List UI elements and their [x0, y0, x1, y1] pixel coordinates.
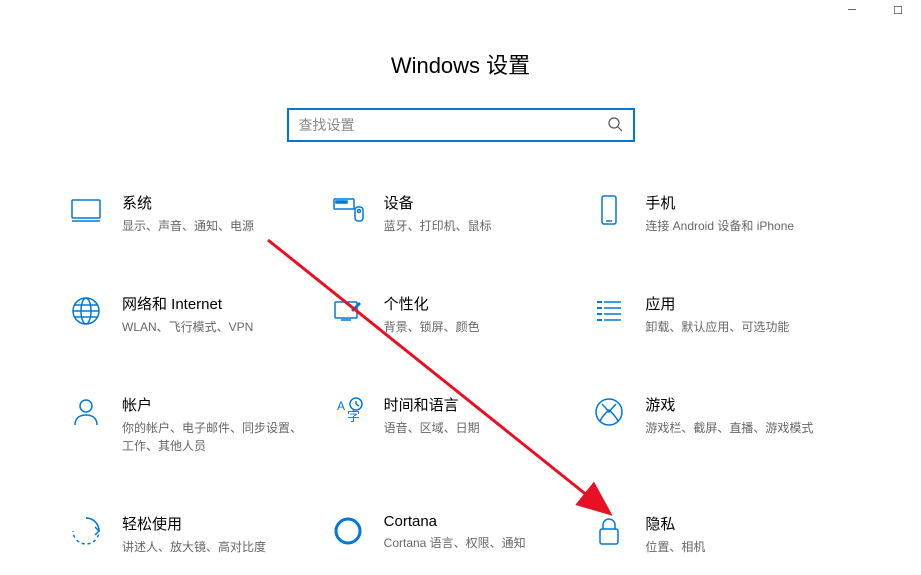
maximize-button[interactable]: ☐ — [875, 0, 921, 20]
tile-desc: 蓝牙、打印机、鼠标 — [384, 217, 572, 235]
tile-system[interactable]: 系统 显示、声音、通知、电源 — [68, 192, 330, 235]
tile-network[interactable]: 网络和 Internet WLAN、飞行模式、VPN — [68, 293, 330, 336]
tile-time-language[interactable]: A字 时间和语言 语音、区域、日期 — [330, 394, 592, 455]
tile-title: Cortana — [384, 513, 572, 530]
tile-title: 系统 — [122, 192, 310, 213]
lock-icon — [591, 513, 627, 549]
apps-icon — [591, 293, 627, 329]
tile-desc: 位置、相机 — [645, 538, 833, 556]
xbox-icon — [591, 394, 627, 430]
tile-title: 帐户 — [122, 394, 310, 415]
search-box[interactable] — [287, 108, 635, 142]
devices-icon — [330, 192, 366, 228]
phone-icon — [591, 192, 627, 228]
tile-title: 网络和 Internet — [122, 293, 310, 314]
tile-desc: 连接 Android 设备和 iPhone — [645, 217, 833, 235]
tile-title: 轻松使用 — [122, 513, 310, 534]
personalization-icon — [330, 293, 366, 329]
ease-of-access-icon — [68, 513, 104, 549]
tile-ease-of-access[interactable]: 轻松使用 讲述人、放大镜、高对比度 — [68, 513, 330, 556]
tile-desc: 卸载、默认应用、可选功能 — [645, 318, 833, 336]
display-icon — [68, 192, 104, 228]
tile-desc: 游戏栏、截屏、直播、游戏模式 — [645, 419, 833, 437]
tile-desc: 你的帐户、电子邮件、同步设置、工作、其他人员 — [122, 419, 310, 455]
tile-gaming[interactable]: 游戏 游戏栏、截屏、直播、游戏模式 — [591, 394, 853, 455]
tile-title: 手机 — [645, 192, 833, 213]
tile-apps[interactable]: 应用 卸载、默认应用、可选功能 — [591, 293, 853, 336]
svg-text:A: A — [337, 399, 345, 413]
search-input[interactable] — [299, 117, 607, 133]
tile-privacy[interactable]: 隐私 位置、相机 — [591, 513, 853, 556]
tile-title: 游戏 — [645, 394, 833, 415]
tile-devices[interactable]: 设备 蓝牙、打印机、鼠标 — [330, 192, 592, 235]
svg-text:字: 字 — [347, 409, 360, 424]
person-icon — [68, 394, 104, 430]
tile-desc: 讲述人、放大镜、高对比度 — [122, 538, 310, 556]
page-title: Windows 设置 — [0, 0, 921, 108]
cortana-icon — [330, 513, 366, 549]
tile-cortana[interactable]: Cortana Cortana 语言、权限、通知 — [330, 513, 592, 556]
tile-desc: Cortana 语言、权限、通知 — [384, 534, 572, 552]
tile-title: 隐私 — [645, 513, 833, 534]
tile-phone[interactable]: 手机 连接 Android 设备和 iPhone — [591, 192, 853, 235]
search-container — [0, 108, 921, 142]
tile-personalization[interactable]: 个性化 背景、锁屏、颜色 — [330, 293, 592, 336]
time-language-icon: A字 — [330, 394, 366, 430]
tile-title: 应用 — [645, 293, 833, 314]
window-controls: ─ ☐ — [829, 0, 921, 20]
tile-desc: WLAN、飞行模式、VPN — [122, 318, 310, 336]
tile-desc: 语音、区域、日期 — [384, 419, 572, 437]
globe-icon — [68, 293, 104, 329]
tile-desc: 显示、声音、通知、电源 — [122, 217, 310, 235]
settings-grid: 系统 显示、声音、通知、电源 设备 蓝牙、打印机、鼠标 手机 连接 Androi… — [0, 192, 921, 556]
minimize-button[interactable]: ─ — [829, 0, 875, 20]
search-icon — [607, 116, 623, 135]
tile-desc: 背景、锁屏、颜色 — [384, 318, 572, 336]
tile-title: 时间和语言 — [384, 394, 572, 415]
tile-title: 设备 — [384, 192, 572, 213]
tile-accounts[interactable]: 帐户 你的帐户、电子邮件、同步设置、工作、其他人员 — [68, 394, 330, 455]
tile-title: 个性化 — [384, 293, 572, 314]
